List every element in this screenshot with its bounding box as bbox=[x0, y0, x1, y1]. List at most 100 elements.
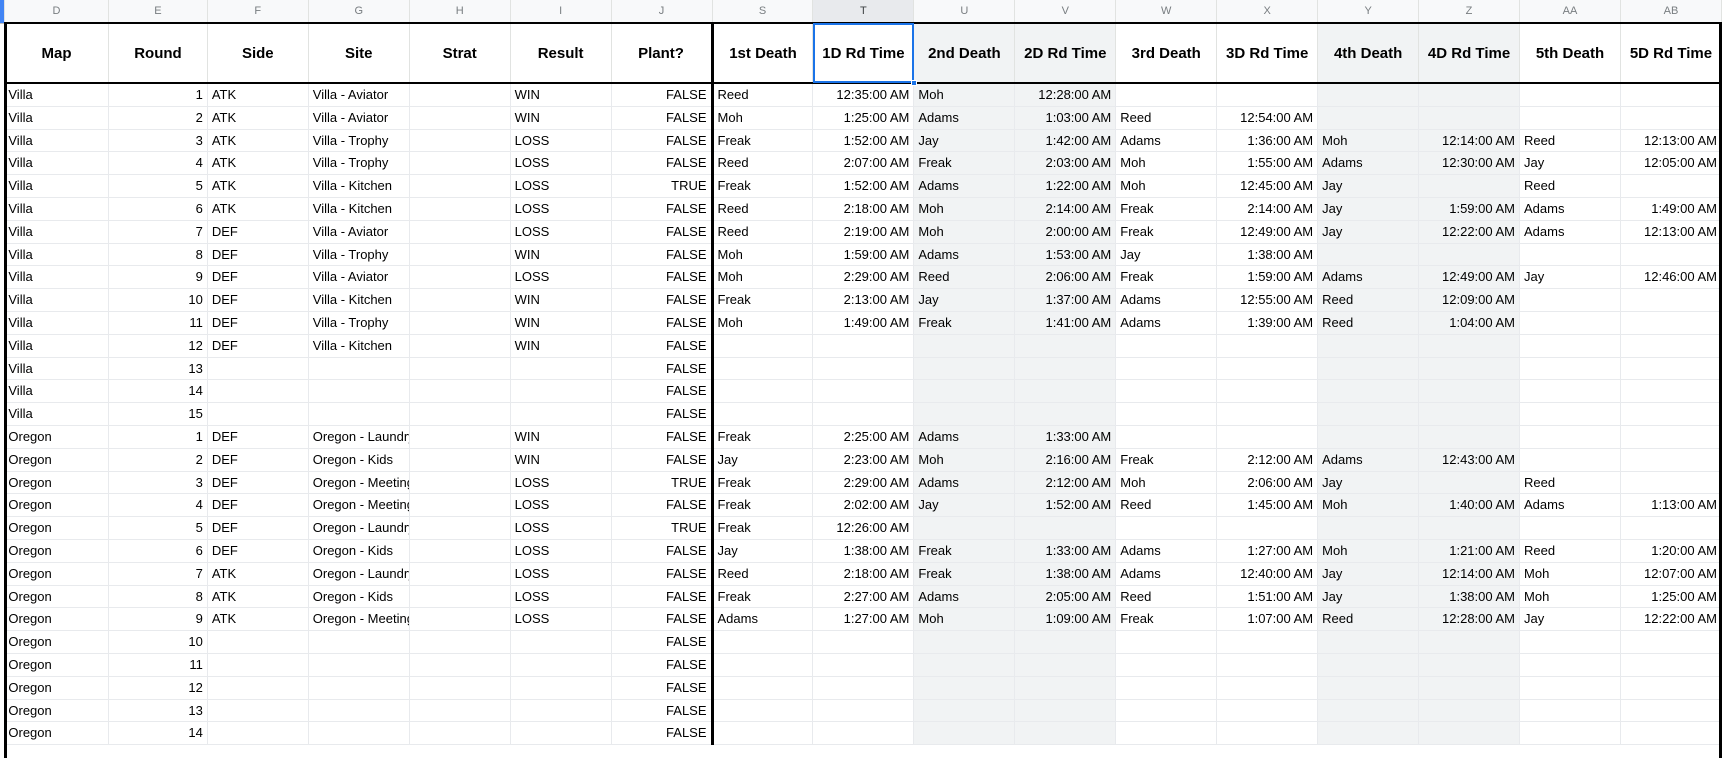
cell-y[interactable]: Jay bbox=[1317, 585, 1420, 609]
cell-s[interactable]: Moh bbox=[710, 265, 814, 290]
cell-aa[interactable]: Reed bbox=[1519, 471, 1621, 495]
cell-g[interactable]: Oregon - Meeting bbox=[308, 607, 410, 632]
cell-s[interactable] bbox=[710, 630, 814, 654]
cell-aa[interactable]: Reed bbox=[1519, 129, 1621, 153]
cell-e[interactable]: 4 bbox=[108, 151, 208, 176]
cell-e[interactable]: 14 bbox=[108, 379, 208, 404]
cell-v[interactable]: 2:06:00 AM bbox=[1014, 265, 1117, 290]
cell-t[interactable]: 1:59:00 AM bbox=[812, 243, 915, 267]
cell-z[interactable] bbox=[1418, 357, 1521, 381]
cell-f[interactable]: ATK bbox=[207, 106, 309, 130]
cell-t[interactable]: 1:27:00 AM bbox=[812, 607, 915, 632]
cell-w[interactable]: Freak bbox=[1115, 197, 1218, 221]
cell-aa[interactable]: Jay bbox=[1519, 607, 1621, 632]
cell-v[interactable]: 1:53:00 AM bbox=[1014, 243, 1117, 267]
cell-j[interactable]: FALSE bbox=[611, 699, 713, 723]
cell-y[interactable]: Jay bbox=[1317, 220, 1420, 244]
cell-d[interactable]: Villa bbox=[4, 334, 110, 358]
cell-u[interactable]: Reed bbox=[913, 265, 1016, 290]
cell-u[interactable]: Adams bbox=[913, 243, 1016, 267]
cell-s[interactable] bbox=[710, 653, 814, 677]
cell-v[interactable] bbox=[1014, 721, 1117, 746]
cell-x[interactable] bbox=[1216, 630, 1319, 654]
cell-j[interactable]: FALSE bbox=[611, 151, 713, 176]
cell-w[interactable] bbox=[1115, 630, 1218, 654]
cell-w[interactable]: Adams bbox=[1115, 311, 1218, 335]
cell-j[interactable]: FALSE bbox=[611, 357, 713, 381]
cell-h[interactable] bbox=[409, 516, 511, 540]
cell-w[interactable] bbox=[1115, 699, 1218, 723]
cell-x[interactable] bbox=[1216, 699, 1319, 723]
cell-w[interactable]: Adams bbox=[1115, 562, 1218, 586]
cell-w[interactable]: Jay bbox=[1115, 243, 1218, 267]
cell-ab[interactable] bbox=[1620, 721, 1722, 746]
cell-v[interactable] bbox=[1014, 334, 1117, 358]
cell-s[interactable] bbox=[710, 357, 814, 381]
cell-h[interactable] bbox=[409, 379, 511, 404]
cell-s[interactable] bbox=[710, 379, 814, 404]
cell-g[interactable] bbox=[308, 699, 410, 723]
cell-e[interactable]: 8 bbox=[108, 585, 208, 609]
cell-i[interactable]: LOSS bbox=[510, 220, 612, 244]
cell-v[interactable]: 2:05:00 AM bbox=[1014, 585, 1117, 609]
cell-d[interactable]: Oregon bbox=[4, 516, 110, 540]
cell-i[interactable]: LOSS bbox=[510, 174, 612, 198]
column-header-d[interactable]: D bbox=[4, 0, 110, 24]
table-row[interactable]: Villa 6 ATK Villa - Kitchen LOSS FALSE Reed 2:1… bbox=[0, 197, 1722, 221]
cell-v[interactable]: 2:16:00 AM bbox=[1014, 448, 1117, 472]
cell-y[interactable] bbox=[1317, 106, 1420, 130]
cell-f[interactable]: ATK bbox=[207, 151, 309, 176]
cell-f[interactable]: DEF bbox=[207, 539, 309, 563]
cell-z[interactable]: 12:49:00 AM bbox=[1418, 265, 1521, 290]
cell-f[interactable]: ATK bbox=[207, 174, 309, 198]
cell-t[interactable]: 2:29:00 AM bbox=[812, 471, 915, 495]
cell-d[interactable]: Oregon bbox=[4, 425, 110, 449]
cell-i[interactable]: LOSS bbox=[510, 129, 612, 153]
cell-t[interactable] bbox=[812, 357, 915, 381]
cell-u[interactable] bbox=[913, 653, 1016, 677]
spreadsheet-grid[interactable]: D E F G H I J S T U V W X Y Z AA AB Map Round Side Site Stra… bbox=[0, 0, 1722, 758]
cell-v[interactable]: 1:52:00 AM bbox=[1014, 493, 1117, 518]
cell-h[interactable] bbox=[409, 721, 511, 746]
cell-u[interactable]: Jay bbox=[913, 288, 1016, 312]
cell-h[interactable] bbox=[409, 83, 511, 107]
cell-x[interactable]: 1:27:00 AM bbox=[1216, 539, 1319, 563]
cell-ab[interactable] bbox=[1620, 516, 1722, 540]
cell-t[interactable] bbox=[812, 721, 915, 746]
cell-h[interactable] bbox=[409, 402, 511, 426]
cell-s[interactable]: Adams bbox=[710, 607, 814, 632]
cell-j[interactable]: FALSE bbox=[611, 243, 713, 267]
cell-x[interactable] bbox=[1216, 357, 1319, 381]
cell-h[interactable] bbox=[409, 653, 511, 677]
cell-s[interactable]: Reed bbox=[710, 151, 814, 176]
table-row[interactable]: Villa 1 ATK Villa - Aviator WIN FALSE Reed 12:3… bbox=[0, 83, 1722, 107]
field-header-4d-rd-time[interactable]: 4D Rd Time bbox=[1418, 22, 1521, 84]
column-header-ab[interactable]: AB bbox=[1620, 0, 1722, 24]
cell-g[interactable]: Villa - Aviator bbox=[308, 265, 410, 290]
cell-f[interactable]: ATK bbox=[207, 197, 309, 221]
cell-h[interactable] bbox=[409, 334, 511, 358]
cell-u[interactable] bbox=[913, 721, 1016, 746]
table-row[interactable]: Oregon 8 ATK Oregon - Kids LOSS FALSE Freak 2:2… bbox=[0, 585, 1722, 609]
table-row[interactable]: Oregon 4 DEF Oregon - Meeting LOSS FALSE Freak… bbox=[0, 493, 1722, 518]
cell-s[interactable]: Moh bbox=[710, 311, 814, 335]
column-header-v[interactable]: V bbox=[1014, 0, 1117, 24]
cell-u[interactable]: Jay bbox=[913, 493, 1016, 518]
cell-t[interactable]: 12:35:00 AM bbox=[812, 83, 915, 107]
cell-x[interactable]: 1:51:00 AM bbox=[1216, 585, 1319, 609]
cell-x[interactable]: 12:54:00 AM bbox=[1216, 106, 1319, 130]
cell-i[interactable] bbox=[510, 402, 612, 426]
cell-v[interactable] bbox=[1014, 516, 1117, 540]
cell-g[interactable]: Oregon - Meeting bbox=[308, 493, 410, 518]
cell-w[interactable] bbox=[1115, 676, 1218, 700]
cell-g[interactable] bbox=[308, 357, 410, 381]
table-row[interactable]: Villa 4 ATK Villa - Trophy LOSS FALSE Reed 2:07… bbox=[0, 151, 1722, 176]
cell-u[interactable] bbox=[913, 630, 1016, 654]
cell-w[interactable]: Reed bbox=[1115, 106, 1218, 130]
cell-x[interactable]: 1:36:00 AM bbox=[1216, 129, 1319, 153]
cell-h[interactable] bbox=[409, 220, 511, 244]
cell-w[interactable]: Freak bbox=[1115, 265, 1218, 290]
cell-y[interactable] bbox=[1317, 83, 1420, 107]
cell-i[interactable]: LOSS bbox=[510, 471, 612, 495]
cell-w[interactable]: Reed bbox=[1115, 493, 1218, 518]
